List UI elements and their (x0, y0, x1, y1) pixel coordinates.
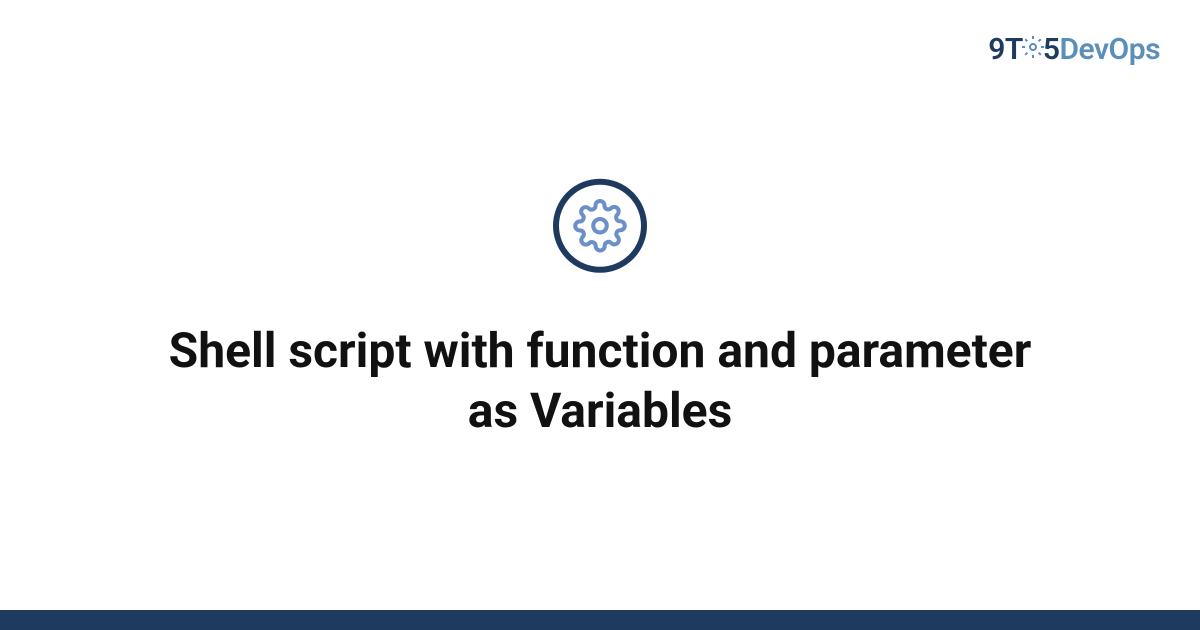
logo-prefix: 9T (988, 32, 1023, 67)
main-content: Shell script with function and parameter… (0, 179, 1200, 441)
gear-icon (573, 199, 627, 253)
site-logo: 9T 5DevOps (988, 32, 1160, 69)
gear-icon-circle (553, 179, 647, 273)
logo-suffix: DevOps (1059, 32, 1160, 67)
page-title: Shell script with function and parameter… (150, 321, 1050, 441)
gear-icon (1021, 32, 1045, 67)
logo-middle: 5 (1043, 32, 1060, 67)
footer-bar (0, 610, 1200, 630)
